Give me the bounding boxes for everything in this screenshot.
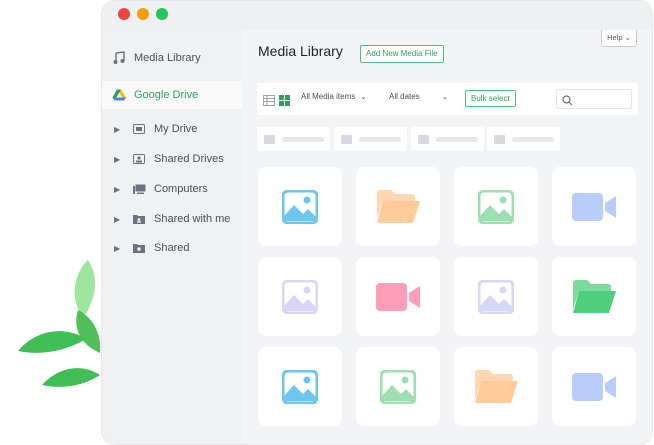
media-tile-image[interactable]: [258, 347, 342, 426]
folder-icon: [341, 134, 352, 144]
media-type-label: All Media items: [301, 92, 356, 101]
sidebar-item-label: Shared Drives: [154, 153, 224, 165]
folder-name-placeholder: [282, 136, 324, 142]
date-filter-label: All dates: [389, 92, 420, 101]
add-new-media-button[interactable]: Add New Media File: [360, 45, 444, 63]
media-type-dropdown[interactable]: All Media items ⌄: [301, 92, 366, 101]
sidebar-item-my-drive[interactable]: ▶ My Drive: [102, 115, 242, 143]
folder-icon: [494, 134, 505, 144]
close-window-button[interactable]: [118, 8, 130, 20]
chevron-right-icon[interactable]: ▶: [114, 185, 120, 194]
computers-icon: [132, 182, 146, 196]
folder-placeholder[interactable]: [487, 127, 560, 151]
chevron-right-icon[interactable]: ▶: [114, 215, 120, 224]
media-tile-video[interactable]: [552, 347, 636, 426]
sidebar-item-shared-with-me[interactable]: ▶ Shared with me: [102, 205, 242, 233]
date-dropdown[interactable]: All dates ⌄: [389, 92, 448, 101]
google-drive-icon: [112, 88, 126, 102]
media-tile-video[interactable]: [552, 167, 636, 246]
media-tile-image[interactable]: [258, 257, 342, 336]
sidebar-item-label: Computers: [154, 183, 208, 195]
list-view-icon[interactable]: [263, 93, 275, 111]
sidebar-item-google-drive[interactable]: Google Drive: [102, 81, 242, 109]
sidebar-item-label: Google Drive: [134, 89, 199, 101]
toolbar: All Media items ⌄ All dates ⌄ Bulk selec…: [257, 83, 638, 115]
chevron-right-icon[interactable]: ▶: [114, 155, 120, 164]
title-bar: [102, 1, 652, 30]
image-icon: [478, 279, 514, 314]
media-tile-folder[interactable]: [454, 347, 538, 426]
main-content: Media Library Add New Media File Help ⌄ …: [242, 30, 652, 444]
image-icon: [282, 279, 318, 314]
folder-icon: [571, 279, 617, 315]
shared-with-me-icon: [132, 212, 146, 226]
media-tile-image[interactable]: [258, 167, 342, 246]
folder-placeholder[interactable]: [334, 127, 407, 151]
app-window: Media Library Google Drive ▶ My Drive ▶ …: [101, 0, 653, 445]
chevron-down-icon: ⌄: [360, 94, 367, 101]
sidebar-item-label: Shared with me: [154, 213, 231, 225]
sidebar-item-label: My Drive: [154, 123, 198, 135]
shared-drives-icon: [132, 152, 146, 166]
folder-placeholder[interactable]: [257, 127, 330, 151]
chevron-down-icon: ⌄: [441, 94, 448, 101]
sidebar-item-media-library[interactable]: Media Library: [102, 44, 242, 72]
page-title: Media Library: [258, 43, 343, 59]
shared-folder-icon: [132, 241, 146, 255]
media-tile-video[interactable]: [356, 257, 440, 336]
drive-icon: [132, 122, 146, 136]
sidebar-item-shared-drives[interactable]: ▶ Shared Drives: [102, 145, 242, 173]
grid-view-icon[interactable]: [279, 93, 290, 111]
folder-name-placeholder: [512, 136, 554, 142]
music-note-icon: [112, 51, 126, 65]
media-tile-image[interactable]: [454, 257, 538, 336]
minimize-window-button[interactable]: [137, 8, 149, 20]
folder-icon: [264, 134, 275, 144]
folder-icon: [375, 189, 421, 225]
sidebar: Media Library Google Drive ▶ My Drive ▶ …: [102, 30, 242, 444]
media-tile-folder[interactable]: [552, 257, 636, 336]
sidebar-item-label: Media Library: [134, 52, 201, 64]
video-icon: [572, 372, 616, 401]
leaves-decoration: [18, 260, 101, 387]
image-icon: [282, 369, 318, 404]
image-icon: [282, 189, 318, 224]
media-tile-image[interactable]: [454, 167, 538, 246]
help-button[interactable]: Help ⌄: [601, 30, 637, 47]
chevron-right-icon[interactable]: ▶: [114, 125, 120, 134]
search-icon: [562, 93, 573, 111]
video-icon: [572, 192, 616, 221]
sidebar-item-label: Shared: [154, 242, 190, 254]
maximize-window-button[interactable]: [156, 8, 168, 20]
folder-icon: [473, 369, 519, 405]
image-icon: [380, 369, 416, 404]
video-icon: [376, 282, 420, 311]
sidebar-item-computers[interactable]: ▶ Computers: [102, 175, 242, 203]
media-tile-image[interactable]: [356, 347, 440, 426]
bulk-select-button[interactable]: Bulk select: [465, 90, 516, 107]
folder-name-placeholder: [359, 136, 401, 142]
folder-icon: [418, 134, 429, 144]
chevron-right-icon[interactable]: ▶: [114, 244, 120, 253]
folder-name-placeholder: [436, 136, 478, 142]
image-icon: [478, 189, 514, 224]
media-tile-folder[interactable]: [356, 167, 440, 246]
folder-placeholder[interactable]: [411, 127, 484, 151]
sidebar-item-shared[interactable]: ▶ Shared: [102, 234, 242, 262]
search-input[interactable]: [556, 89, 632, 109]
